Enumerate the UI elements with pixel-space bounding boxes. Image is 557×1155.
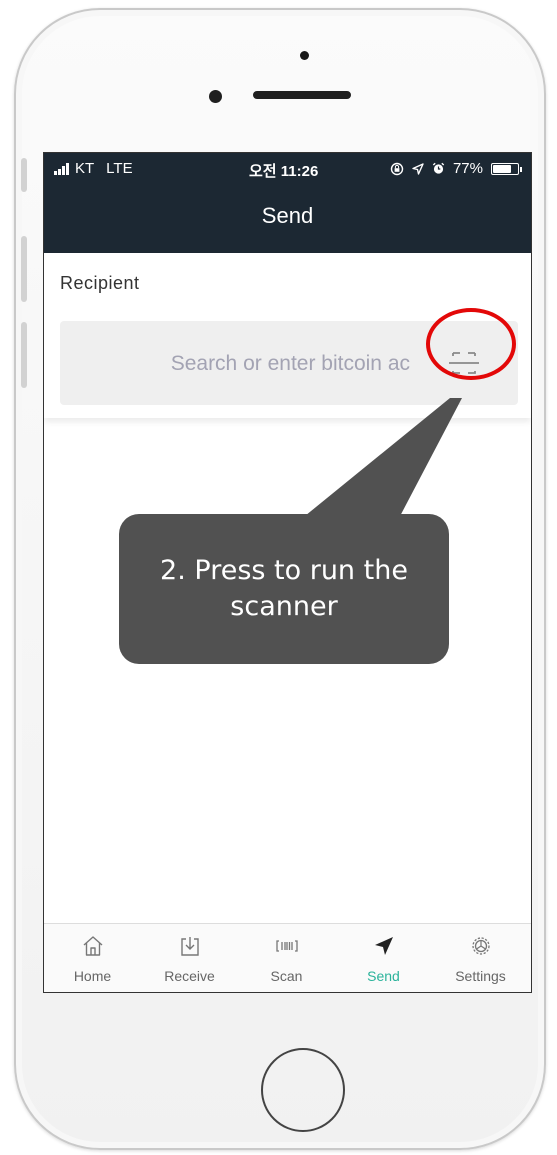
clock: 오전 11:26 (249, 163, 319, 180)
gear-icon (471, 937, 490, 955)
highlight-ring (426, 308, 516, 380)
tab-receive-label: Receive (164, 968, 215, 984)
bottom-tab-bar: Home Receive Scan Send Settings (44, 923, 531, 992)
barcode-icon (275, 940, 298, 952)
navigation-bar: Send (44, 183, 531, 253)
front-camera (209, 90, 222, 103)
volume-down-button (21, 322, 27, 388)
earpiece-speaker (253, 91, 351, 99)
status-bar: KT LTE 오전 11:26 77% (44, 153, 531, 183)
tab-home-label: Home (73, 968, 112, 984)
battery-percent: 77% (452, 160, 483, 177)
volume-up-button (21, 236, 27, 302)
network-label: LTE (106, 160, 133, 177)
battery-icon (491, 162, 522, 175)
tab-home[interactable]: Home (44, 924, 141, 992)
tab-settings-label: Settings (455, 968, 506, 984)
page-title: Send (261, 203, 314, 228)
recipient-label: Recipient (60, 273, 140, 293)
home-icon (83, 936, 102, 956)
tab-scan[interactable]: Scan (238, 924, 335, 992)
tab-settings[interactable]: Settings (432, 924, 529, 992)
orientation-lock-icon (390, 162, 404, 175)
location-icon (412, 162, 424, 175)
alarm-icon (432, 162, 445, 174)
receive-icon (180, 937, 199, 956)
carrier-label: KT (75, 160, 95, 177)
send-icon (374, 937, 393, 955)
mute-switch (21, 158, 27, 192)
signal-icon (54, 162, 69, 175)
tab-send[interactable]: Send (335, 924, 432, 992)
tab-receive[interactable]: Receive (141, 924, 238, 992)
home-button[interactable] (261, 1048, 345, 1132)
recipient-search-input[interactable] (70, 345, 412, 383)
tab-send-label: Send (367, 968, 400, 984)
tab-scan-label: Scan (270, 968, 303, 984)
proximity-sensor (300, 51, 309, 60)
tutorial-callout: 2. Press to run the scanner (119, 514, 449, 664)
